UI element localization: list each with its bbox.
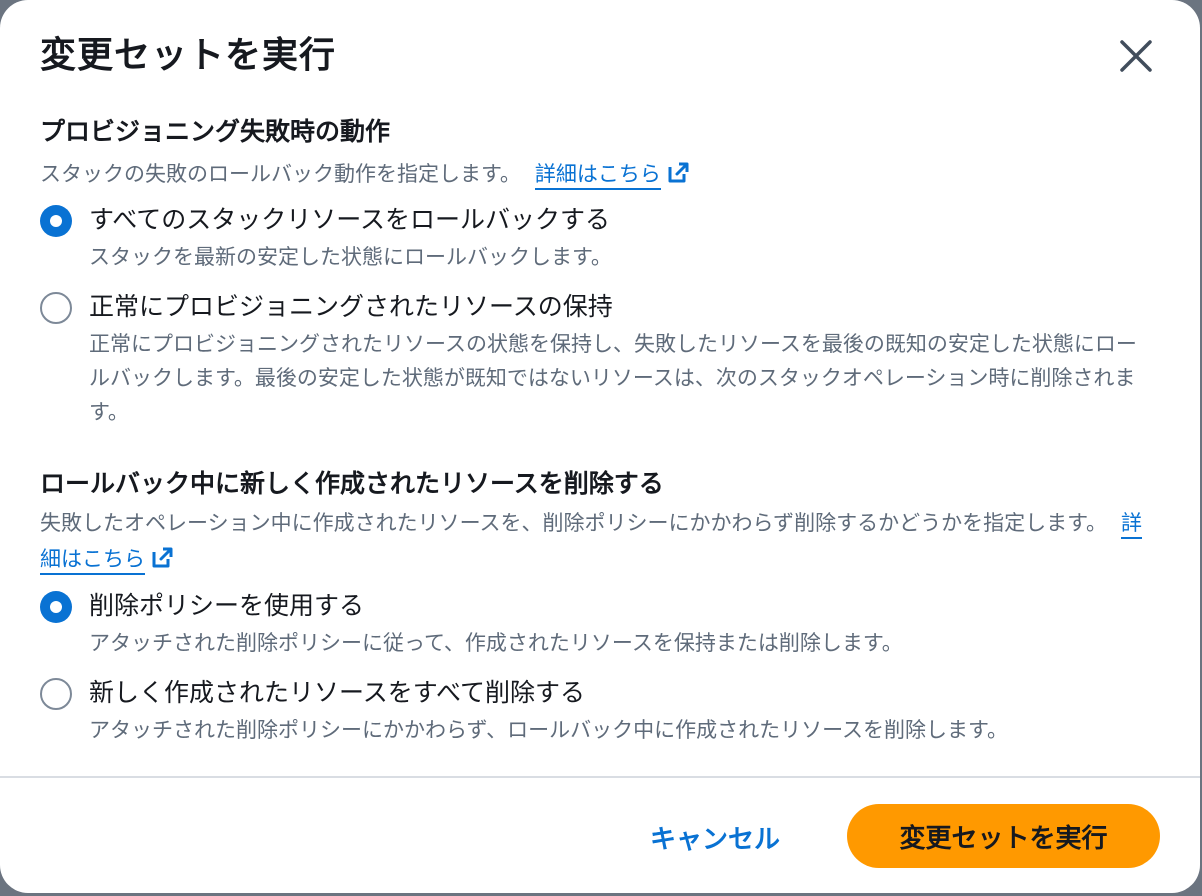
radio-option-description: 正常にプロビジョニングされたリソースの状態を保持し、失敗したリソースを最後の既知… <box>89 332 1137 424</box>
rollback-delete-heading: ロールバック中に新しく作成されたリソースを削除する <box>40 469 664 498</box>
dialog-title: 変更セットを実行 <box>40 35 337 76</box>
radio-button-unchecked[interactable] <box>40 678 72 710</box>
footer-divider <box>0 776 1200 778</box>
radio-option-label[interactable]: 正常にプロビジョニングされたリソースの保持 <box>89 287 613 327</box>
close-icon[interactable] <box>1116 36 1156 76</box>
radio-option-description: アタッチされた削除ポリシーに従って、作成されたリソースを保持または削除します。 <box>89 631 903 655</box>
rollback-delete-description: 失敗したオペレーション中に作成されたリソースを、削除ポリシーにかかわらず削除する… <box>40 505 1150 577</box>
radio-button-unchecked[interactable] <box>40 292 72 324</box>
provisioning-failure-description-text: スタックの失敗のロールバック動作を指定します。 <box>40 162 521 186</box>
rollback-delete-description-text: 失敗したオペレーション中に作成されたリソースを、削除ポリシーにかかわらず削除する… <box>40 511 1108 535</box>
radio-option-description: アタッチされた削除ポリシーにかかわらず、ロールバック中に作成されたリソースを削除… <box>89 718 1008 742</box>
external-link-icon <box>152 547 173 568</box>
provisioning-failure-learn-more-link[interactable]: 詳細はこちら <box>534 162 661 190</box>
radio-button-checked[interactable] <box>40 591 72 623</box>
learn-more-label: 詳細はこちら <box>534 162 661 186</box>
radio-button-checked[interactable] <box>40 205 72 237</box>
provisioning-failure-description: スタックの失敗のロールバック動作を指定します。 詳細はこちら <box>40 156 1150 192</box>
radio-option-label[interactable]: 新しく作成されたリソースをすべて削除する <box>89 673 585 713</box>
radio-option-description: スタックを最新の安定した状態にロールバックします。 <box>89 245 612 269</box>
radio-option-label[interactable]: 削除ポリシーを使用する <box>89 586 364 626</box>
cancel-button[interactable]: キャンセル <box>630 808 800 866</box>
external-link-icon <box>668 162 689 183</box>
radio-option-label[interactable]: すべてのスタックリソースをロールバックする <box>89 200 610 240</box>
execute-change-set-button[interactable]: 変更セットを実行 <box>847 804 1160 868</box>
provisioning-failure-heading: プロビジョニング失敗時の動作 <box>40 117 391 146</box>
execute-change-set-dialog: 変更セットを実行 プロビジョニング失敗時の動作 スタックの失敗のロールバック動作… <box>0 0 1200 893</box>
